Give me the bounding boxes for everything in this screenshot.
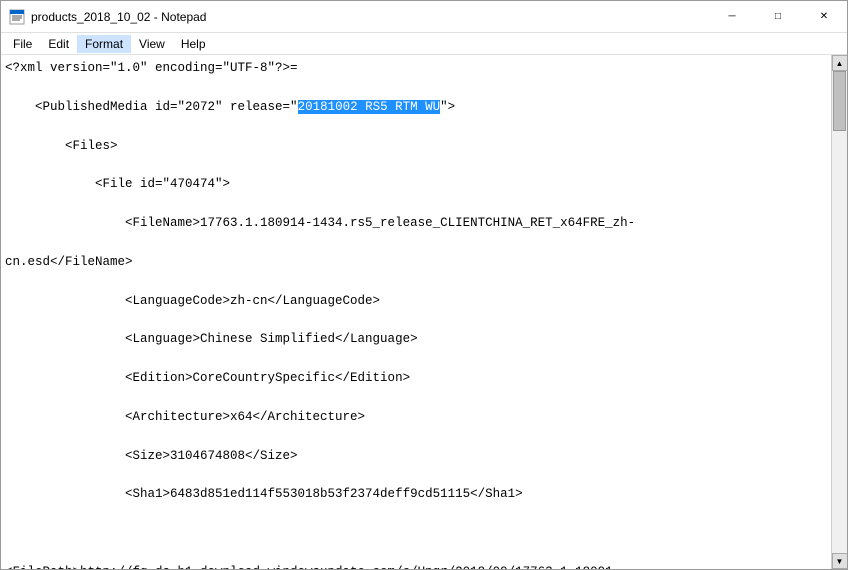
line-4: <File id="470474"> xyxy=(5,175,831,194)
scrollbar[interactable]: ▲ ▼ xyxy=(831,55,847,569)
app-icon xyxy=(9,9,25,25)
main-window: products_2018_10_02 - Notepad ─ □ ✕ File… xyxy=(0,0,848,570)
line-3: <Files> xyxy=(5,137,831,156)
title-bar: products_2018_10_02 - Notepad ─ □ ✕ xyxy=(1,1,847,33)
window-title: products_2018_10_02 - Notepad xyxy=(31,10,709,24)
line-10: <Architecture>x64</Architecture> xyxy=(5,408,831,427)
scroll-down-button[interactable]: ▼ xyxy=(832,553,848,569)
text-editor[interactable]: <?xml version="1.0" encoding="UTF-8"?>= … xyxy=(1,55,831,569)
menu-bar: File Edit Format View Help xyxy=(1,33,847,55)
highlight-text: 20181002 RS5 RTM WU xyxy=(298,100,441,114)
menu-view[interactable]: View xyxy=(131,35,173,53)
scroll-track[interactable] xyxy=(832,71,847,553)
line-9: <Edition>CoreCountrySpecific</Edition> xyxy=(5,369,831,388)
line-5: <FileName>17763.1.180914-1434.rs5_releas… xyxy=(5,214,831,233)
window-controls: ─ □ ✕ xyxy=(709,1,847,33)
menu-file[interactable]: File xyxy=(5,35,40,53)
close-button[interactable]: ✕ xyxy=(801,1,847,33)
line-6: cn.esd</FileName> xyxy=(5,253,831,272)
menu-help[interactable]: Help xyxy=(173,35,214,53)
line-11: <Size>3104674808</Size> xyxy=(5,447,831,466)
menu-edit[interactable]: Edit xyxy=(40,35,77,53)
line-2: <PublishedMedia id="2072" release="20181… xyxy=(5,98,831,117)
line-1: <?xml version="1.0" encoding="UTF-8"?>= xyxy=(5,59,831,78)
minimize-button[interactable]: ─ xyxy=(709,1,755,33)
maximize-button[interactable]: □ xyxy=(755,1,801,33)
line-8: <Language>Chinese Simplified</Language> xyxy=(5,330,831,349)
line-13 xyxy=(5,524,831,543)
scroll-thumb[interactable] xyxy=(833,71,846,131)
scroll-up-button[interactable]: ▲ xyxy=(832,55,848,71)
line-14: <FilePath>http://fg.ds.b1.download.windo… xyxy=(5,563,831,569)
menu-format[interactable]: Format xyxy=(77,35,131,53)
content-area: <?xml version="1.0" encoding="UTF-8"?>= … xyxy=(1,55,847,569)
line-7: <LanguageCode>zh-cn</LanguageCode> xyxy=(5,292,831,311)
line-12: <Sha1>6483d851ed114f553018b53f2374deff9c… xyxy=(5,485,831,504)
